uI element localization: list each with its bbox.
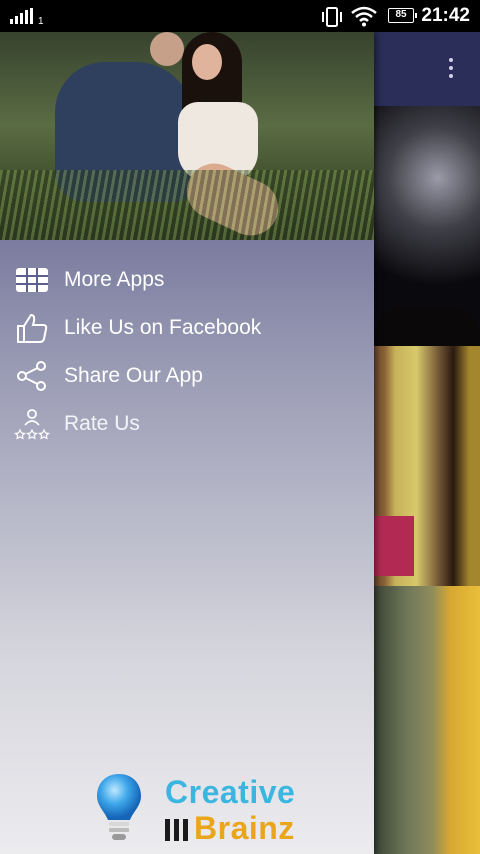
menu-item-label: Rate Us xyxy=(64,412,140,435)
wallpaper-thumbnail[interactable] xyxy=(374,346,480,586)
brand-bars-icon xyxy=(165,819,191,841)
menu-item-rate-us[interactable]: Rate Us xyxy=(0,400,374,448)
status-bar: 1 85 21:42 xyxy=(0,0,480,32)
signal-strength-icon xyxy=(10,8,33,24)
brand-name-line2: Brainz xyxy=(165,810,295,847)
wallpaper-thumbnail[interactable] xyxy=(374,106,480,346)
menu-item-label: Like Us on Facebook xyxy=(64,316,262,339)
grid-icon xyxy=(16,268,48,292)
creative-brainz-logo: Creative Brainz xyxy=(95,772,295,847)
vibrate-icon xyxy=(322,7,342,27)
brand-name-line2-text: Brainz xyxy=(194,810,295,846)
menu-item-share-app[interactable]: Share Our App xyxy=(0,352,374,400)
menu-item-like-facebook[interactable]: Like Us on Facebook xyxy=(0,304,374,352)
share-icon xyxy=(17,361,46,391)
wallpaper-thumbnail[interactable] xyxy=(374,586,480,854)
overflow-menu-icon[interactable] xyxy=(449,58,454,82)
battery-icon: 85 xyxy=(388,8,417,23)
wifi-icon xyxy=(351,6,377,27)
drawer-header-image xyxy=(0,32,374,240)
battery-level: 85 xyxy=(395,9,407,20)
thumbs-up-icon xyxy=(17,313,48,343)
navigation-drawer: More Apps Like Us on Facebook Share Our … xyxy=(0,32,374,854)
menu-item-more-apps[interactable]: More Apps xyxy=(0,256,374,304)
drawer-menu: More Apps Like Us on Facebook Share Our … xyxy=(0,256,374,448)
sim-slot-indicator: 1 xyxy=(38,16,44,27)
status-clock: 21:42 xyxy=(421,5,470,26)
menu-item-label: More Apps xyxy=(64,268,165,291)
menu-item-label: Share Our App xyxy=(64,364,203,387)
lightbulb-icon xyxy=(97,774,141,840)
app-toolbar xyxy=(374,32,480,106)
brand-name-line1: Creative xyxy=(165,774,296,810)
rate-stars-icon xyxy=(14,409,50,440)
